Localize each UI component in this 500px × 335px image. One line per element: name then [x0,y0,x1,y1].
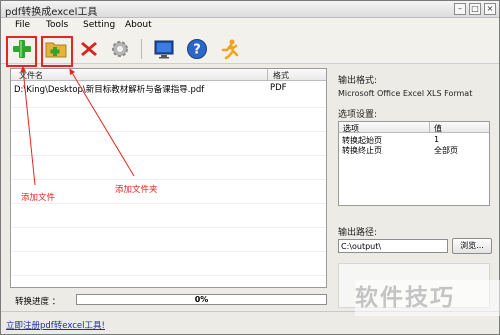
column-option: 选项 [343,124,359,133]
options-header: 选项 值 [339,122,489,133]
add-file-annotation: 添加文件 [21,193,56,203]
browse-button[interactable]: 浏览... [452,238,492,254]
app-window: pdf转换成excel工具 – □ × File Tools Setting A… [0,0,500,335]
column-value: 值 [434,124,442,133]
register-link[interactable]: 立即注册pdf转excel工具! [6,319,105,331]
progress-label: 转换进度 ： [15,297,61,307]
output-format-value: Microsoft Office Excel XLS Format [338,89,473,98]
option-end-page-value[interactable]: 全部页 [434,145,458,156]
output-path-input[interactable] [338,239,448,253]
output-path-label: 输出路径: [338,228,378,238]
progress-text: 0% [194,295,209,304]
option-start-page-value[interactable]: 1 [434,135,439,144]
output-format-label: 输出格式: [338,76,378,86]
option-end-page[interactable]: 转换终止页 [342,145,382,156]
add-folder-annotation: 添加文件夹 [115,185,158,195]
watermark: 软件技巧 [355,280,500,316]
progress-bar: 0% [76,294,327,305]
options-table[interactable]: 选项 值 转换起始页 1 转换终止页 全部页 [338,121,490,206]
add-file-arrow [20,66,36,186]
options-label: 选项设置: [338,110,378,120]
add-folder-arrow [69,68,135,177]
